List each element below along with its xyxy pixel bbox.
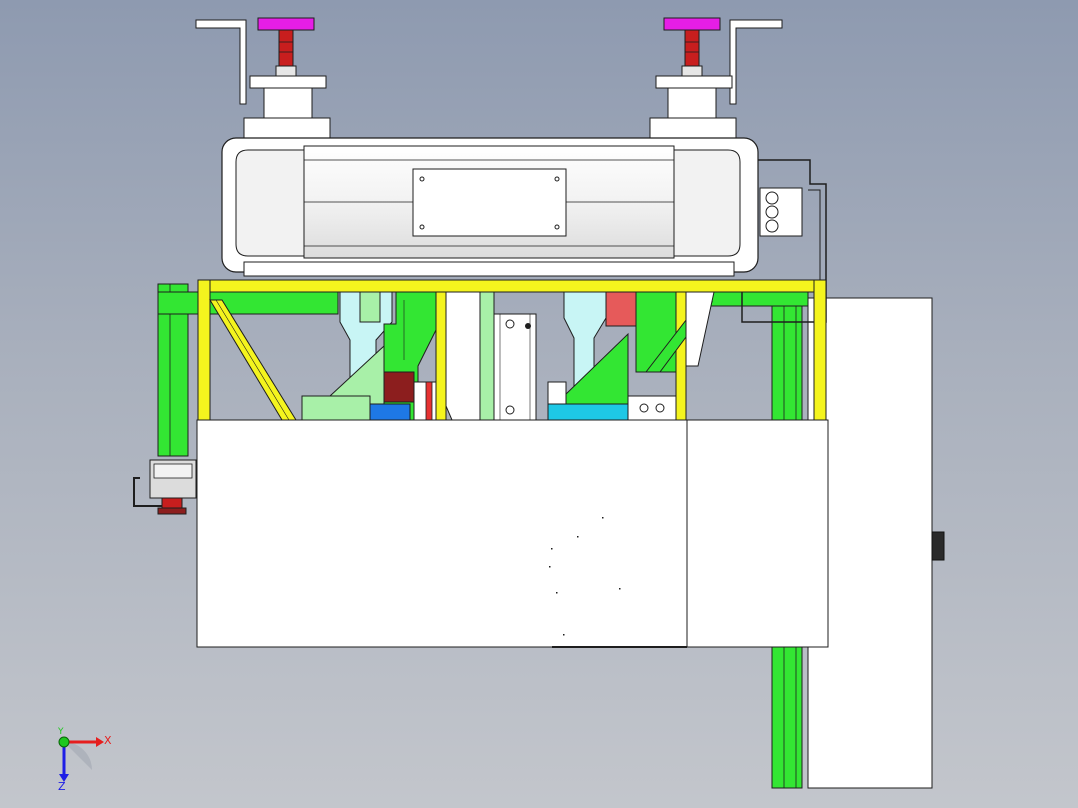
- connector-port-1: [765, 191, 779, 205]
- dark-red-block: [383, 371, 415, 403]
- yellow-diagonal-brace: [209, 299, 297, 421]
- roller-nameplate: [412, 168, 567, 237]
- left-foot-pad: [161, 497, 183, 509]
- left-light-green-plate: [301, 395, 371, 421]
- front-cover-left: [196, 419, 688, 648]
- green-crossbar-top: [157, 291, 339, 315]
- top-left-stem: [278, 29, 294, 67]
- axis-z-label: Z: [58, 780, 66, 793]
- top-right-column: [667, 87, 717, 119]
- top-right-base: [649, 117, 737, 141]
- center-green-strip: [479, 291, 495, 421]
- left-blue-block: [369, 403, 411, 421]
- axis-y-label: Y: [58, 727, 64, 737]
- axis-x-label: X: [104, 734, 112, 747]
- yellow-top-rail: [197, 279, 827, 293]
- yellow-left-post: [197, 279, 211, 421]
- connector-port-2: [765, 205, 779, 219]
- top-right-handle[interactable]: [663, 17, 721, 31]
- top-left-handle[interactable]: [257, 17, 315, 31]
- top-left-cap: [249, 75, 327, 89]
- y-axis-dot: [58, 736, 70, 748]
- machine-assembly-drawing: [58, 17, 945, 789]
- right-cyan-block: [547, 403, 629, 421]
- right-fitting: [627, 395, 677, 421]
- connector-port-3: [765, 219, 779, 233]
- light-green-tab: [359, 291, 381, 323]
- green-crossbar-right: [699, 291, 809, 307]
- yellow-mid-post-2: [675, 291, 687, 421]
- roller-right-endcap: [673, 149, 741, 257]
- yellow-right-post: [813, 279, 827, 421]
- top-right-cap: [655, 75, 733, 89]
- housing-latch: [931, 531, 945, 561]
- top-right-stem: [684, 29, 700, 67]
- top-left-bracket: [195, 19, 247, 105]
- cad-viewport[interactable]: X Y Z: [0, 0, 1078, 808]
- roller-bottom-strip: [243, 261, 735, 277]
- top-left-column: [263, 87, 313, 119]
- yellow-mid-post-1: [435, 291, 447, 421]
- top-right-bracket: [729, 19, 783, 105]
- salmon-block: [605, 291, 637, 327]
- roller-left-endcap: [235, 149, 305, 257]
- top-left-base: [243, 117, 331, 141]
- left-white-slot: [413, 381, 437, 421]
- center-pillar: [445, 291, 481, 421]
- front-cover-right: [686, 419, 829, 648]
- axis-triad: [58, 736, 104, 782]
